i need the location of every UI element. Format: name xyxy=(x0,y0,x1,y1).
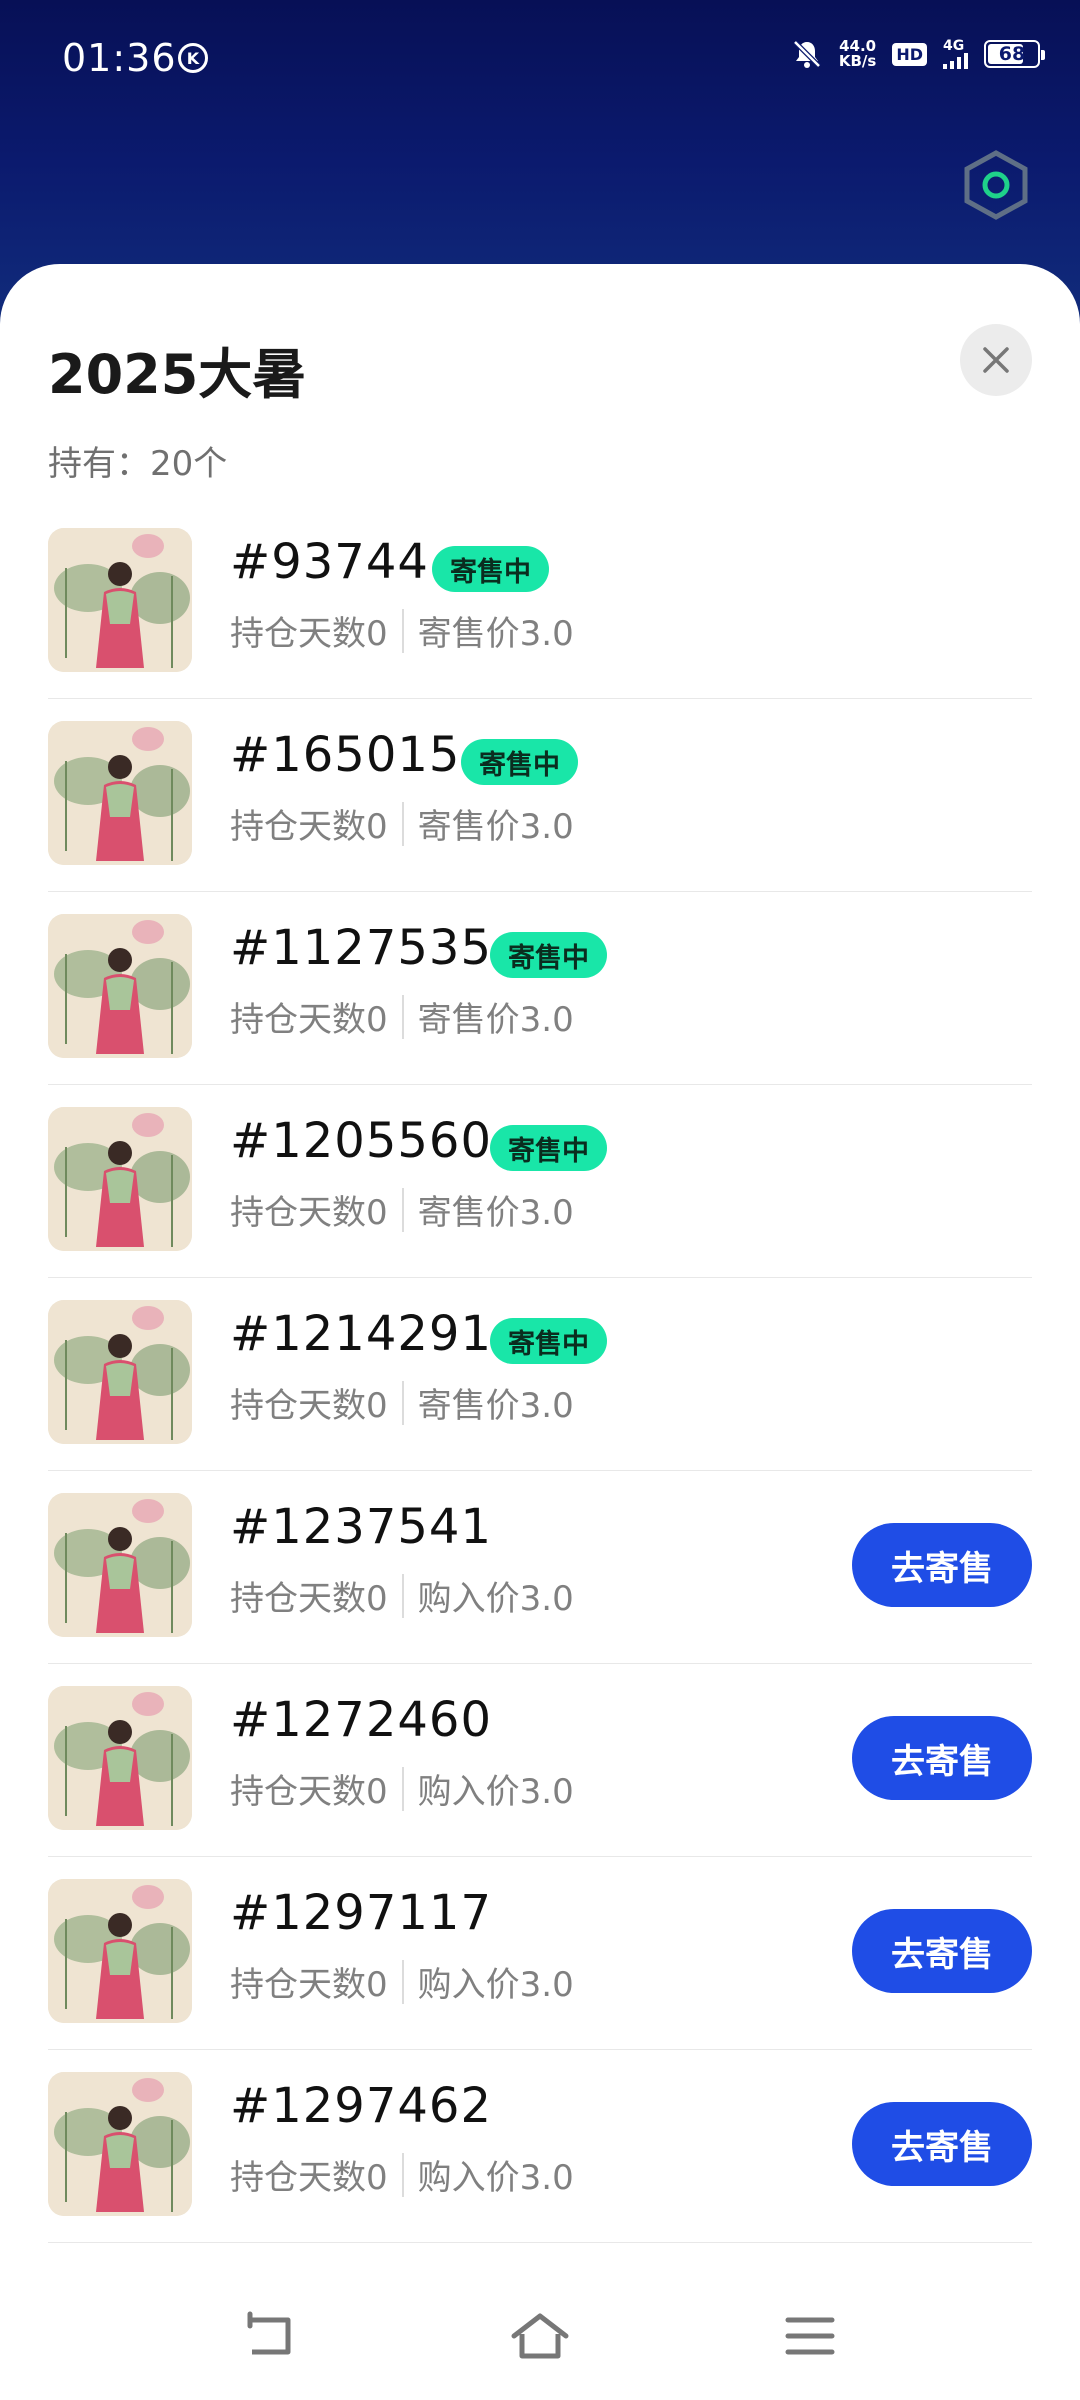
close-button[interactable] xyxy=(960,324,1032,396)
item-meta: 持仓天数0 购入价3.0 xyxy=(230,1764,574,1813)
menu-icon[interactable] xyxy=(780,2310,840,2362)
divider xyxy=(401,994,404,1039)
item-meta: 持仓天数0 购入价3.0 xyxy=(230,1957,574,2006)
item-code: #1297462 xyxy=(230,2078,492,2134)
list-item[interactable]: #1237541 持仓天数0 购入价3.0 去寄售 xyxy=(48,1471,1032,1664)
network-type: 4G xyxy=(943,38,965,54)
holdings-list: #93744 寄售中 持仓天数0 寄售价3.0 #165015 寄售中 持仓天数0 寄售价3.… xyxy=(48,506,1032,2243)
item-code: #165015 xyxy=(230,727,461,783)
holding-days: 持仓天数0 xyxy=(230,1579,388,1619)
item-code: #1214291 xyxy=(230,1306,492,1362)
holding-days: 持仓天数0 xyxy=(230,1386,388,1426)
item-thumbnail xyxy=(48,1493,192,1637)
item-code: #93744 xyxy=(230,534,429,590)
list-item[interactable]: #1214291 寄售中持仓天数0 寄售价3.0 xyxy=(48,1278,1032,1471)
holdings-panel: 2025大暑 持有：20个 #93744 寄售中 持仓天数0 寄售价3.0 #16501… xyxy=(0,264,1080,2400)
divider xyxy=(401,1380,404,1425)
mute-icon xyxy=(793,40,821,68)
hexagon-icon[interactable] xyxy=(962,150,1030,220)
item-price: 寄售价3.0 xyxy=(417,807,574,847)
item-meta: 持仓天数0 寄售价3.0 xyxy=(230,799,574,848)
item-code: #1237541 xyxy=(230,1499,492,1555)
status-badge: 寄售中 xyxy=(490,1318,607,1364)
item-price: 购入价3.0 xyxy=(417,2158,574,2198)
signal-bars-icon xyxy=(943,53,968,69)
k-app-icon: K xyxy=(178,43,208,73)
item-thumbnail xyxy=(48,914,192,1058)
list-item[interactable]: #1297462 持仓天数0 购入价3.0 去寄售 xyxy=(48,2050,1032,2243)
holding-days: 持仓天数0 xyxy=(230,2158,388,2198)
item-price: 寄售价3.0 xyxy=(417,1000,574,1040)
hd-icon: HD xyxy=(892,42,927,66)
list-item[interactable]: #165015 寄售中持仓天数0 寄售价3.0 xyxy=(48,699,1032,892)
item-meta: 持仓天数0 寄售价3.0 xyxy=(230,606,574,655)
holding-days: 持仓天数0 xyxy=(230,1965,388,2005)
home-icon[interactable] xyxy=(510,2310,570,2362)
item-price: 寄售价3.0 xyxy=(417,1386,574,1426)
divider xyxy=(401,1766,404,1811)
item-thumbnail xyxy=(48,2072,192,2216)
battery-level: 68 xyxy=(998,43,1026,65)
list-item[interactable]: #1205560 寄售中持仓天数0 寄售价3.0 xyxy=(48,1085,1032,1278)
consign-button[interactable]: 去寄售 xyxy=(852,1909,1032,1993)
signal-indicator: 4G xyxy=(943,39,968,69)
divider xyxy=(401,1959,404,2004)
item-thumbnail xyxy=(48,1879,192,2023)
battery-icon: 68 xyxy=(984,40,1045,68)
panel-title: 2025大暑 xyxy=(48,343,307,406)
status-time: 01:36 xyxy=(62,36,177,80)
item-thumbnail xyxy=(48,721,192,865)
item-thumbnail xyxy=(48,1686,192,1830)
navigation-bar xyxy=(0,2272,1080,2400)
item-price: 寄售价3.0 xyxy=(417,614,574,654)
hold-count: 持有：20个 xyxy=(48,444,228,484)
item-meta: 持仓天数0 寄售价3.0 xyxy=(230,1185,574,1234)
list-item[interactable]: #1127535 寄售中持仓天数0 寄售价3.0 xyxy=(48,892,1032,1085)
item-meta: 持仓天数0 购入价3.0 xyxy=(230,1571,574,1620)
item-price: 购入价3.0 xyxy=(417,1579,574,1619)
item-code: #1297117 xyxy=(230,1885,492,1941)
item-code: #1205560 xyxy=(230,1113,492,1169)
item-meta: 持仓天数0 寄售价3.0 xyxy=(230,1378,574,1427)
divider xyxy=(401,1187,404,1232)
divider xyxy=(401,608,404,653)
close-icon xyxy=(983,347,1009,373)
item-thumbnail xyxy=(48,1300,192,1444)
status-indicators: 44.0 KB/s HD 4G 68 xyxy=(791,38,1045,70)
item-code: #1272460 xyxy=(230,1692,492,1748)
item-price: 寄售价3.0 xyxy=(417,1193,574,1233)
status-badge: 寄售中 xyxy=(490,932,607,978)
item-meta: 持仓天数0 购入价3.0 xyxy=(230,2150,574,2199)
consign-button[interactable]: 去寄售 xyxy=(852,1716,1032,1800)
status-bar: 01:36 K 44.0 KB/s HD 4G 68 xyxy=(0,0,1080,120)
item-price: 购入价3.0 xyxy=(417,1965,574,2005)
list-item[interactable]: #93744 寄售中持仓天数0 寄售价3.0 xyxy=(48,506,1032,699)
network-speed: 44.0 KB/s xyxy=(839,39,876,69)
holding-days: 持仓天数0 xyxy=(230,614,388,654)
consign-button[interactable]: 去寄售 xyxy=(852,2102,1032,2186)
back-icon[interactable] xyxy=(240,2310,300,2362)
consign-button[interactable]: 去寄售 xyxy=(852,1523,1032,1607)
list-item[interactable]: #1272460 持仓天数0 购入价3.0 去寄售 xyxy=(48,1664,1032,1857)
status-badge: 寄售中 xyxy=(490,1125,607,1171)
list-item[interactable]: #1297117 持仓天数0 购入价3.0 去寄售 xyxy=(48,1857,1032,2050)
item-thumbnail xyxy=(48,1107,192,1251)
holding-days: 持仓天数0 xyxy=(230,1193,388,1233)
item-price: 购入价3.0 xyxy=(417,1772,574,1812)
status-badge: 寄售中 xyxy=(432,546,549,592)
speed-unit: KB/s xyxy=(838,52,877,70)
divider xyxy=(401,801,404,846)
status-badge: 寄售中 xyxy=(461,739,578,785)
holding-days: 持仓天数0 xyxy=(230,1772,388,1812)
item-code: #1127535 xyxy=(230,920,492,976)
holding-days: 持仓天数0 xyxy=(230,1000,388,1040)
holding-days: 持仓天数0 xyxy=(230,807,388,847)
item-thumbnail xyxy=(48,528,192,672)
divider xyxy=(401,1573,404,1618)
item-meta: 持仓天数0 寄售价3.0 xyxy=(230,992,574,1041)
divider xyxy=(401,2152,404,2197)
